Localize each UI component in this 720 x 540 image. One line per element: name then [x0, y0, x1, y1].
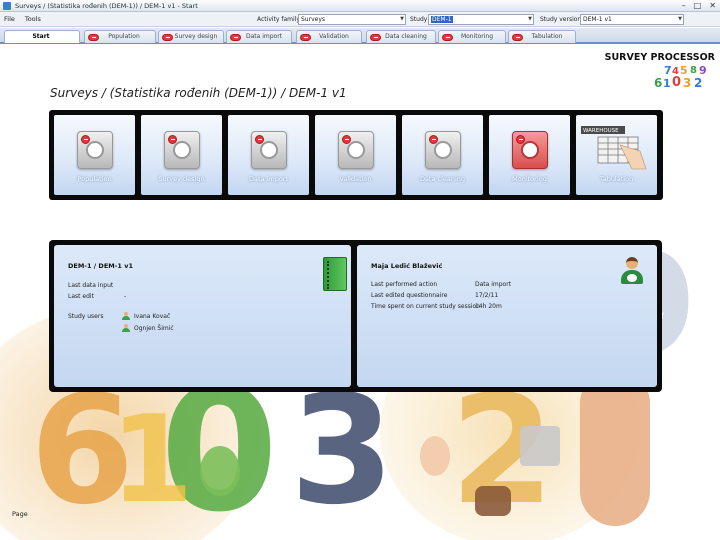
minimize-button[interactable]: – — [682, 1, 686, 10]
tabulation-icon: WAREHOUSE — [581, 126, 647, 170]
module-data-cleaning[interactable]: Data cleaning — [402, 115, 483, 195]
chevron-down-icon: ▼ — [528, 16, 532, 22]
user-icon — [122, 324, 130, 332]
house-illustration — [520, 426, 560, 466]
tab-start[interactable]: Start — [4, 30, 80, 43]
last-edit-value: - — [124, 293, 127, 300]
brand-name: SURVEY PROCESSOR — [604, 52, 715, 63]
breadcrumb: Surveys / (Statistika rođenih (DEM-1)) /… — [50, 86, 347, 100]
title-bar: Surveys / (Statistika rođenih (DEM-1)) /… — [0, 0, 720, 12]
remove-icon[interactable] — [168, 135, 177, 144]
remove-icon[interactable] — [429, 135, 438, 144]
warehouse-label: WAREHOUSE — [583, 128, 619, 134]
figure-illustration — [200, 446, 240, 496]
logo-digit: 3 — [683, 76, 692, 90]
last-data-input-label: Last data input — [68, 282, 114, 289]
last-performed-action-label: Last performed action — [371, 281, 438, 288]
menu-tools[interactable]: Tools — [25, 15, 41, 23]
user-panel-name: Maja Ledić Blažević — [371, 262, 443, 270]
last-edited-questionnaire-label: Last edited questionnaire — [371, 292, 448, 299]
session-time-label: Time spent on current study session — [371, 303, 480, 310]
tab-survey-design[interactable]: Survey design — [158, 30, 224, 43]
module-launcher: Population Survey design Data import Val… — [49, 110, 663, 200]
module-data-import[interactable]: Data import — [228, 115, 309, 195]
study-version-label: Study version — [540, 16, 582, 23]
tab-data-cleaning[interactable]: Data cleaning — [366, 30, 436, 43]
remove-icon[interactable] — [342, 135, 351, 144]
study-panel-title: DEM-1 / DEM-1 v1 — [68, 262, 133, 270]
info-panels: DEM-1 / DEM-1 v1 Last data input Last ed… — [49, 240, 662, 392]
window-controls: – □ ✕ — [682, 1, 716, 10]
cow-illustration — [475, 486, 511, 516]
app-icon — [3, 1, 11, 10]
chevron-down-icon: ▼ — [678, 16, 682, 22]
brand-logo: 7 4 5 8 9 6 1 0 3 2 — [654, 64, 714, 90]
remove-icon[interactable] — [255, 135, 264, 144]
tab-validation[interactable]: Validation — [296, 30, 362, 43]
notebook-icon — [323, 257, 347, 291]
logo-digit: 6 — [654, 76, 663, 90]
activity-family-label: Activity family — [257, 16, 300, 23]
study-info-panel: DEM-1 / DEM-1 v1 Last data input Last ed… — [54, 245, 351, 387]
logo-digit: 0 — [672, 75, 682, 90]
logo-digit: 8 — [690, 65, 697, 76]
chevron-down-icon: ▼ — [400, 16, 404, 22]
module-population[interactable]: Population — [54, 115, 135, 195]
user-info-panel: Maja Ledić Blažević Last performed actio… — [357, 245, 657, 387]
menu-file[interactable]: File — [4, 15, 15, 23]
close-button[interactable]: ✕ — [709, 1, 716, 10]
logo-digit: 1 — [663, 77, 671, 90]
status-bar: Page — [12, 510, 28, 518]
last-edited-questionnaire-value: 17/2/11 — [475, 292, 499, 299]
tab-tabulation[interactable]: Tabulation — [508, 30, 576, 43]
module-tab-bar: Start Population Survey design Data impo… — [0, 28, 720, 44]
activity-family-select[interactable]: Surveys ▼ — [298, 14, 406, 25]
tab-data-import[interactable]: Data import — [226, 30, 292, 43]
user-avatar-icon — [619, 257, 645, 287]
session-time-value: 14h 20m — [475, 303, 502, 310]
background-digit-3: 3 — [290, 364, 395, 538]
logo-digit: 2 — [694, 76, 703, 90]
maximize-button[interactable]: □ — [694, 1, 702, 10]
module-tabulation[interactable]: WAREHOUSE Tabulation — [576, 115, 657, 195]
module-survey-design[interactable]: Survey design — [141, 115, 222, 195]
study-version-value: DEM-1 v1 — [583, 16, 612, 23]
activity-family-value: Surveys — [301, 16, 325, 23]
last-performed-action-value: Data import — [475, 281, 512, 288]
remove-icon[interactable] — [81, 135, 90, 144]
study-users-label: Study users — [68, 313, 104, 320]
remove-icon[interactable] — [516, 135, 525, 144]
module-validation[interactable]: Validation — [315, 115, 396, 195]
logo-digit: 7 — [664, 64, 672, 77]
study-version-select[interactable]: DEM-1 v1 ▼ — [580, 14, 684, 25]
tab-population[interactable]: Population — [84, 30, 156, 43]
window-title: Surveys / (Statistika rođenih (DEM-1)) /… — [15, 1, 198, 10]
module-monitoring[interactable]: Monitoring — [489, 115, 570, 195]
background-digit-1: 1 — [110, 391, 194, 530]
hand-illustration — [580, 376, 650, 526]
study-user-name[interactable]: Ivana Kovač — [134, 313, 170, 320]
tab-monitoring[interactable]: Monitoring — [438, 30, 506, 43]
user-icon — [122, 312, 130, 320]
baby-illustration — [420, 436, 450, 476]
study-select[interactable]: DEM-1 ▼ — [428, 14, 534, 25]
study-value: DEM-1 — [431, 16, 453, 23]
study-user-name[interactable]: Ognjen Šimić — [134, 325, 174, 332]
last-edit-label: Last edit — [68, 293, 94, 300]
study-label: Study — [410, 16, 428, 23]
